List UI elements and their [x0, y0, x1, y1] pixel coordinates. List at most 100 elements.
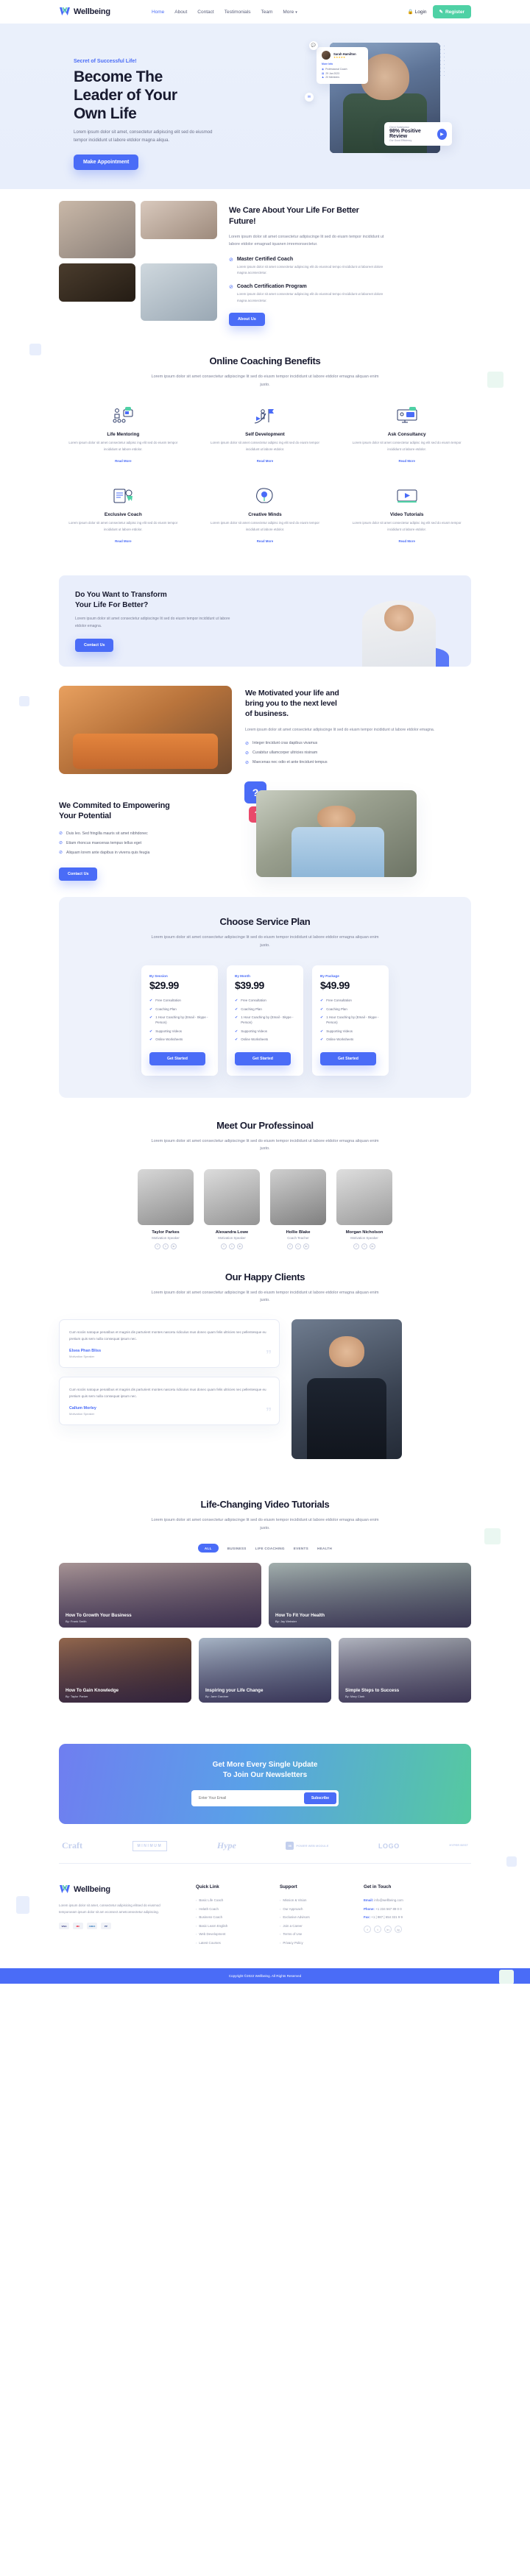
register-button[interactable]: ✎ Register [432, 5, 471, 18]
login-button[interactable]: 🔒 Login [408, 9, 427, 15]
tab-life-coaching[interactable]: LIFE COACHING [255, 1547, 285, 1550]
video-author: By: Taylor Parker [66, 1695, 88, 1699]
nav-item-home[interactable]: Home [152, 10, 164, 15]
get-started-button[interactable]: Get Started [149, 1051, 205, 1065]
read-more-link[interactable]: Read More [398, 459, 414, 463]
tab-events[interactable]: EVENTS [294, 1547, 308, 1550]
video-card[interactable]: Simple Steps to Success By: Mary Clark [339, 1638, 471, 1703]
list-item[interactable]: › Web Development [196, 1932, 261, 1936]
video-card[interactable]: Inspiring your Life Change By: Jane Gard… [199, 1638, 331, 1703]
linkedin-icon[interactable]: in [303, 1243, 309, 1249]
list-item[interactable]: › Helath Coach [196, 1907, 261, 1911]
review-line-1: ◉ Professional Coach [322, 68, 363, 71]
facebook-icon[interactable]: f [364, 1926, 371, 1934]
read-more-link[interactable]: Read More [115, 539, 131, 543]
testimonial-author: Callum Morley [69, 1405, 96, 1411]
subscribe-button[interactable]: Subscribe [303, 1792, 336, 1805]
care-feature-2-text: Lorem ipsum dolor sit amet consectetur a… [236, 292, 384, 302]
footer-logo[interactable]: Wellbeing [59, 1884, 177, 1895]
read-more-link[interactable]: Read More [398, 539, 414, 543]
linkedin-icon[interactable]: in [370, 1243, 375, 1249]
benefit-card[interactable]: Creative Minds Lorem ipsum dolor sit ame… [201, 485, 330, 546]
benefit-card[interactable]: Video Tutorials Lorem ipsum dolor sit am… [342, 485, 471, 546]
review-more-info-link[interactable]: More Info [322, 63, 363, 65]
video-card[interactable]: How To Growth Your Business By: Frank Sm… [59, 1563, 261, 1628]
tab-business[interactable]: BUSINESS [227, 1547, 247, 1550]
read-more-link[interactable]: Read More [257, 539, 273, 543]
list-item[interactable]: › Exclusive Advisors [280, 1915, 344, 1919]
contact-fax-label: Fax: [364, 1915, 371, 1920]
team-member-card[interactable]: Alexandra Lowe Motivation Speaker f t in [204, 1168, 260, 1249]
facebook-icon[interactable]: f [353, 1243, 359, 1249]
brand-logo-power-label: POWER WEB MODULE [296, 1843, 329, 1848]
team-member-card[interactable]: Morgan Nicholson Motivation Speaker f t … [336, 1168, 392, 1249]
list-item[interactable]: › Latest Courses [196, 1941, 261, 1945]
benefit-card[interactable]: Exclusive Coach Lorem ipsum dolor sit am… [59, 485, 188, 546]
list-item[interactable]: › Basic Learn English [196, 1924, 261, 1928]
facebook-icon[interactable]: f [287, 1243, 293, 1249]
contact-phone[interactable]: Phone: +1 234 567 89 0 0 [364, 1907, 452, 1911]
footer-about-text: Lorem ipsum dolor sit amet, consectetur … [59, 1903, 160, 1915]
feature-text: 1 Hour Coaching by (Email - Skype - Pers… [241, 1015, 294, 1024]
transform-contact-button[interactable]: Contact Us [75, 638, 114, 652]
nav-item-testimonials[interactable]: Testimonials [225, 10, 251, 15]
care-feature-1-text: Lorem ipsum dolor sit amet consectetur a… [236, 264, 384, 274]
committed-check-list: ⊘ Duis leo. Sed fringilla mauris sit amet… [59, 831, 243, 856]
plan-price: $29.99 [149, 979, 179, 992]
list-item[interactable]: › Our Approach [280, 1907, 344, 1911]
read-more-link[interactable]: Read More [257, 459, 273, 463]
tab-all[interactable]: ALL [197, 1544, 219, 1553]
benefit-card[interactable]: Life Mentoring Lorem ipsum dolor sit ame… [59, 405, 188, 466]
list-item[interactable]: › Mission & Vision [280, 1898, 344, 1902]
video-card[interactable]: How To Gain Knowledge By: Taylor Parker [59, 1638, 191, 1703]
about-us-button[interactable]: About Us [229, 313, 265, 327]
testimonial-author: Elsea Phan Bliss [69, 1348, 102, 1353]
pricing-plan-card[interactable]: By Month $39.99 ✔ Free Consultation ✔ Coac… [227, 965, 303, 1076]
footer-about: Wellbeing Lorem ipsum dolor sit amet, co… [59, 1884, 177, 1949]
read-more-link[interactable]: Read More [115, 459, 131, 463]
newsletter-email-input[interactable] [194, 1796, 304, 1801]
twitter-icon[interactable]: t [229, 1243, 235, 1249]
twitter-icon[interactable]: t [295, 1243, 301, 1249]
make-appointment-button[interactable]: Make Appointment [74, 155, 139, 171]
nav-item-contact[interactable]: Contact [197, 10, 213, 15]
tab-health[interactable]: HEALTH [317, 1547, 332, 1550]
brand-logo[interactable]: Wellbeing [59, 7, 110, 17]
list-item[interactable]: › Privacy Policy [280, 1941, 344, 1945]
twitter-icon[interactable]: t [374, 1926, 381, 1934]
list-item[interactable]: › Basic Life Coach [196, 1898, 261, 1902]
facebook-icon[interactable]: f [155, 1243, 160, 1249]
benefit-card[interactable]: Ask Consultancy Lorem ipsum dolor sit am… [342, 405, 471, 466]
contact-email[interactable]: Email: info@wellbeing.com [364, 1898, 452, 1902]
get-started-button[interactable]: Get Started [235, 1051, 291, 1065]
footer-socials: f t in ig [364, 1926, 452, 1934]
benefit-card[interactable]: Self Development Lorem ipsum dolor sit a… [201, 405, 330, 466]
list-item[interactable]: › Business Coach [196, 1915, 261, 1919]
nav-item-team[interactable]: Team [261, 10, 272, 15]
brand-name: Wellbeing [74, 7, 110, 16]
nav-item-about[interactable]: About [174, 10, 187, 15]
play-icon[interactable]: ▶ [437, 128, 447, 140]
benefits-title: Online Coaching Benefits [209, 355, 321, 367]
video-card[interactable]: How To Fit Your Health By: Jay Webster [269, 1563, 471, 1628]
facebook-icon[interactable]: f [221, 1243, 227, 1249]
twitter-icon[interactable]: t [163, 1243, 169, 1249]
exclusive-coach-icon [59, 485, 188, 507]
transform-title-line-1: Do You Want to Transform [75, 591, 167, 600]
team-member-card[interactable]: Hollie Blake Coach Teacher f t in [270, 1168, 326, 1249]
linkedin-icon[interactable]: in [237, 1243, 243, 1249]
team-member-card[interactable]: Taylor Parkes Motivation Speaker f t in [138, 1168, 194, 1249]
pricing-plan-card[interactable]: By Package $49.99 ✔ Free Consultation ✔ Co… [312, 965, 389, 1076]
nav-item-more[interactable]: More ▾ [283, 10, 297, 15]
linkedin-icon[interactable]: in [384, 1926, 392, 1934]
twitter-icon[interactable]: t [361, 1243, 367, 1249]
pricing-plan-card[interactable]: By Session $29.99 ✔ Free Consultation ✔ Co… [141, 965, 218, 1076]
instagram-icon[interactable]: ig [395, 1926, 402, 1934]
committed-contact-button[interactable]: Contact Us [59, 867, 98, 881]
list-item[interactable]: › Join a Career [280, 1924, 344, 1928]
hero-rating-card: Client Satisfaction 98% Positive Review … [384, 122, 452, 146]
feature-text: Supporting Videos [241, 1029, 268, 1033]
get-started-button[interactable]: Get Started [320, 1051, 376, 1065]
list-item[interactable]: › Terms of Use [280, 1932, 344, 1936]
linkedin-icon[interactable]: in [171, 1243, 177, 1249]
